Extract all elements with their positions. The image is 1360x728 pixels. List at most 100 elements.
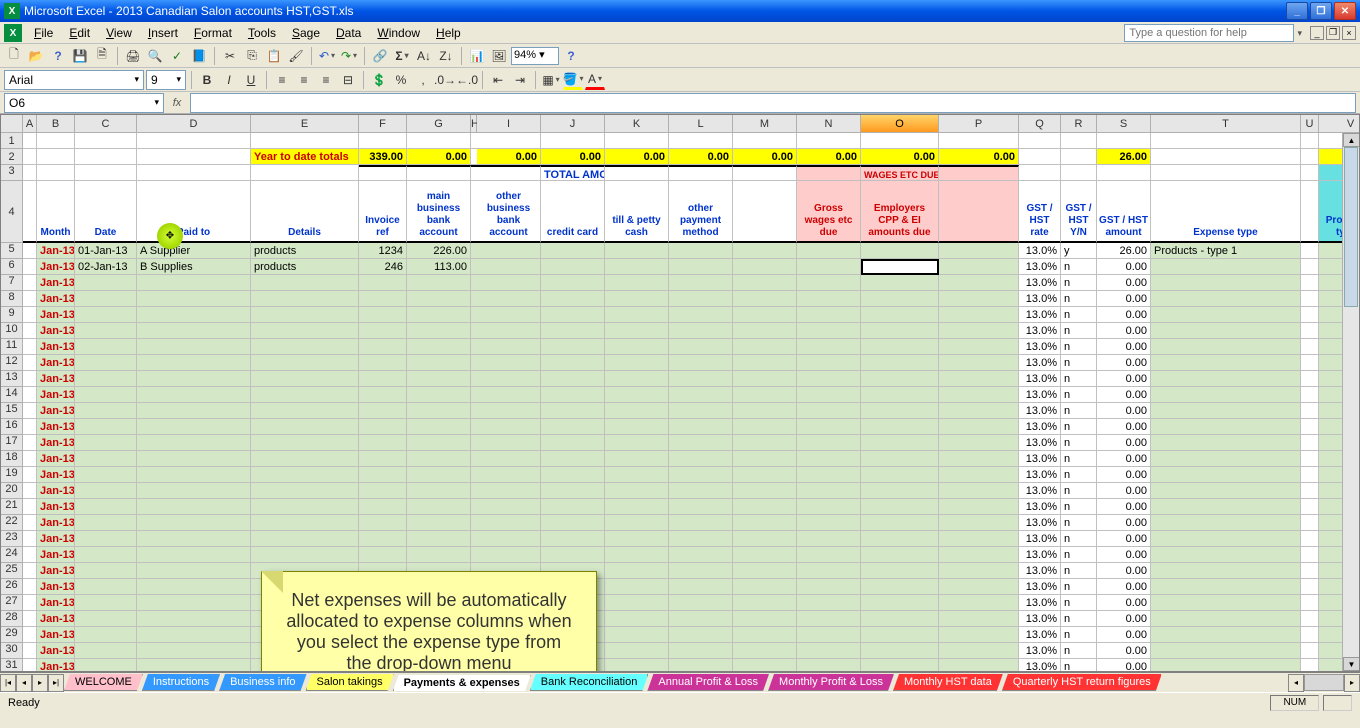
cell-E9[interactable]: [251, 307, 359, 323]
cell-C22[interactable]: [75, 515, 137, 531]
cell-D2[interactable]: [137, 149, 251, 165]
cell-K17[interactable]: [605, 435, 669, 451]
cell-I17[interactable]: [477, 435, 541, 451]
cell-J17[interactable]: [541, 435, 605, 451]
cell-N28[interactable]: [797, 611, 861, 627]
cell-N14[interactable]: [797, 387, 861, 403]
cell-M15[interactable]: [733, 403, 797, 419]
cell-L5[interactable]: [669, 243, 733, 259]
cell-L29[interactable]: [669, 627, 733, 643]
cell-I14[interactable]: [477, 387, 541, 403]
cell-E10[interactable]: [251, 323, 359, 339]
cell-T30[interactable]: [1151, 643, 1301, 659]
cell-Q7[interactable]: 13.0%: [1019, 275, 1061, 291]
cell-L3[interactable]: [669, 165, 733, 181]
sheet-tab-payments-expenses[interactable]: Payments & expenses: [393, 675, 531, 691]
cell-Q10[interactable]: 13.0%: [1019, 323, 1061, 339]
row-header-16[interactable]: 16: [1, 419, 23, 435]
cell-A23[interactable]: [23, 531, 37, 547]
cell-I10[interactable]: [477, 323, 541, 339]
drawing-button[interactable]: 🖼: [489, 46, 509, 66]
cell-L30[interactable]: [669, 643, 733, 659]
cell-R27[interactable]: n: [1061, 595, 1097, 611]
cell-C15[interactable]: [75, 403, 137, 419]
cell-G21[interactable]: [407, 499, 471, 515]
col-header-V[interactable]: V: [1319, 115, 1360, 133]
save-button[interactable]: 💾: [70, 46, 90, 66]
cell-D31[interactable]: [137, 659, 251, 672]
bold-button[interactable]: B: [197, 70, 217, 90]
cell-C6[interactable]: 02-Jan-13: [75, 259, 137, 275]
cell-N19[interactable]: [797, 467, 861, 483]
cell-G3[interactable]: [407, 165, 471, 181]
cell-U5[interactable]: [1301, 243, 1319, 259]
cell-S27[interactable]: 0.00: [1097, 595, 1151, 611]
cell-Q22[interactable]: 13.0%: [1019, 515, 1061, 531]
cell-P15[interactable]: [939, 403, 1019, 419]
cell-R15[interactable]: n: [1061, 403, 1097, 419]
cell-C1[interactable]: [75, 133, 137, 149]
cell-G11[interactable]: [407, 339, 471, 355]
cell-Q31[interactable]: 13.0%: [1019, 659, 1061, 672]
cell-O8[interactable]: [861, 291, 939, 307]
cell-S12[interactable]: 0.00: [1097, 355, 1151, 371]
cell-A7[interactable]: [23, 275, 37, 291]
cell-E16[interactable]: [251, 419, 359, 435]
cell-L12[interactable]: [669, 355, 733, 371]
cell-B17[interactable]: Jan-13: [37, 435, 75, 451]
cell-A8[interactable]: [23, 291, 37, 307]
chart-wizard-button[interactable]: 📊: [467, 46, 487, 66]
cell-C10[interactable]: [75, 323, 137, 339]
cell-K30[interactable]: [605, 643, 669, 659]
cell-U28[interactable]: [1301, 611, 1319, 627]
cell-C17[interactable]: [75, 435, 137, 451]
cell-M2[interactable]: 0.00: [733, 149, 797, 165]
cell-N2[interactable]: 0.00: [797, 149, 861, 165]
cell-T1[interactable]: [1151, 133, 1301, 149]
cell-K13[interactable]: [605, 371, 669, 387]
cell-L11[interactable]: [669, 339, 733, 355]
spreadsheet[interactable]: ABCDEFGHIJKLMNOPQRSTUVW12Year to date to…: [0, 114, 1360, 672]
cell-O2[interactable]: 0.00: [861, 149, 939, 165]
scroll-up-button[interactable]: ▲: [1343, 133, 1360, 147]
menu-file[interactable]: File: [26, 23, 61, 43]
cell-G13[interactable]: [407, 371, 471, 387]
cell-G9[interactable]: [407, 307, 471, 323]
cell-S31[interactable]: 0.00: [1097, 659, 1151, 672]
scroll-down-button[interactable]: ▼: [1343, 657, 1360, 671]
cell-J18[interactable]: [541, 451, 605, 467]
col-header-U[interactable]: U: [1301, 115, 1319, 133]
align-right-button[interactable]: ≡: [316, 70, 336, 90]
cell-B14[interactable]: Jan-13: [37, 387, 75, 403]
cell-I15[interactable]: [477, 403, 541, 419]
cell-Q28[interactable]: 13.0%: [1019, 611, 1061, 627]
cell-U2[interactable]: [1301, 149, 1319, 165]
cell-I18[interactable]: [477, 451, 541, 467]
header-N[interactable]: Gross wages etc due: [797, 181, 861, 243]
cell-D21[interactable]: [137, 499, 251, 515]
cell-P24[interactable]: [939, 547, 1019, 563]
cell-B30[interactable]: Jan-13: [37, 643, 75, 659]
cell-R2[interactable]: [1061, 149, 1097, 165]
cell-B1[interactable]: [37, 133, 75, 149]
cell-L6[interactable]: [669, 259, 733, 275]
cell-D14[interactable]: [137, 387, 251, 403]
cell-K12[interactable]: [605, 355, 669, 371]
cell-C13[interactable]: [75, 371, 137, 387]
paste-button[interactable]: 📋: [264, 46, 284, 66]
cell-D12[interactable]: [137, 355, 251, 371]
cell-M18[interactable]: [733, 451, 797, 467]
cell-K5[interactable]: [605, 243, 669, 259]
cell-B23[interactable]: Jan-13: [37, 531, 75, 547]
cell-R11[interactable]: n: [1061, 339, 1097, 355]
cell-N8[interactable]: [797, 291, 861, 307]
cell-A19[interactable]: [23, 467, 37, 483]
cell-T5[interactable]: Products - type 1: [1151, 243, 1301, 259]
cell-Q23[interactable]: 13.0%: [1019, 531, 1061, 547]
cell-K28[interactable]: [605, 611, 669, 627]
row-header-9[interactable]: 9: [1, 307, 23, 323]
cell-K14[interactable]: [605, 387, 669, 403]
cell-G10[interactable]: [407, 323, 471, 339]
cell-R24[interactable]: n: [1061, 547, 1097, 563]
cell-I13[interactable]: [477, 371, 541, 387]
